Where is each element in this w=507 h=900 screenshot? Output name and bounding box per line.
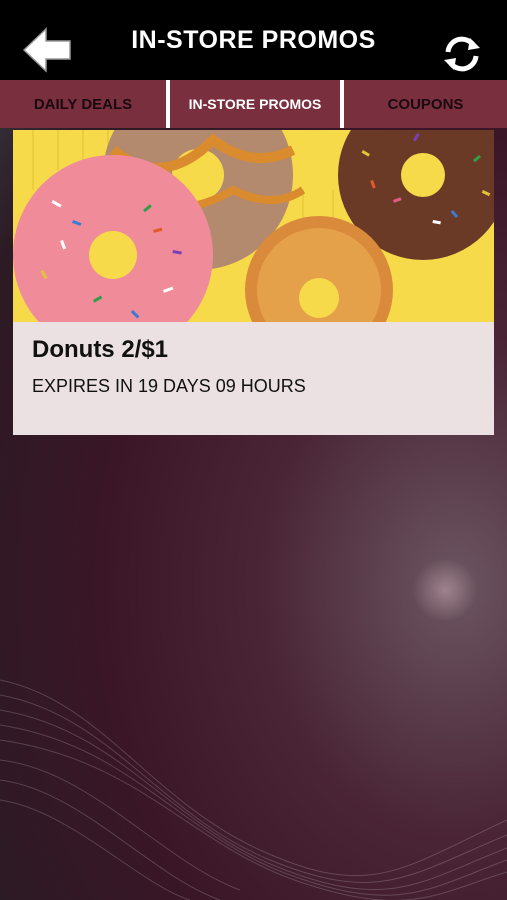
- back-arrow-icon: [22, 27, 71, 73]
- tab-bar: DAILY DEALS IN-STORE PROMOS COUPONS: [0, 80, 507, 128]
- refresh-button[interactable]: [440, 34, 484, 74]
- promo-card[interactable]: Donuts 2/$1 EXPIRES IN 19 DAYS 09 HOURS: [13, 130, 494, 435]
- promo-expiry: EXPIRES IN 19 DAYS 09 HOURS: [32, 376, 306, 396]
- donuts-image: [13, 130, 494, 322]
- refresh-icon: [444, 36, 480, 72]
- background-waves: [0, 679, 507, 900]
- tab-in-store-promos[interactable]: IN-STORE PROMOS: [170, 80, 340, 128]
- background-glow: [410, 560, 480, 620]
- promo-image: [13, 130, 494, 322]
- back-button[interactable]: [22, 26, 74, 74]
- tab-coupons[interactable]: COUPONS: [344, 80, 507, 128]
- page-title: IN-STORE PROMOS: [131, 25, 376, 54]
- tab-daily-deals[interactable]: DAILY DEALS: [0, 80, 166, 128]
- promo-title: Donuts 2/$1: [32, 336, 169, 363]
- app-header: IN-STORE PROMOS: [0, 0, 507, 80]
- promo-details: Donuts 2/$1 EXPIRES IN 19 DAYS 09 HOURS: [13, 322, 494, 435]
